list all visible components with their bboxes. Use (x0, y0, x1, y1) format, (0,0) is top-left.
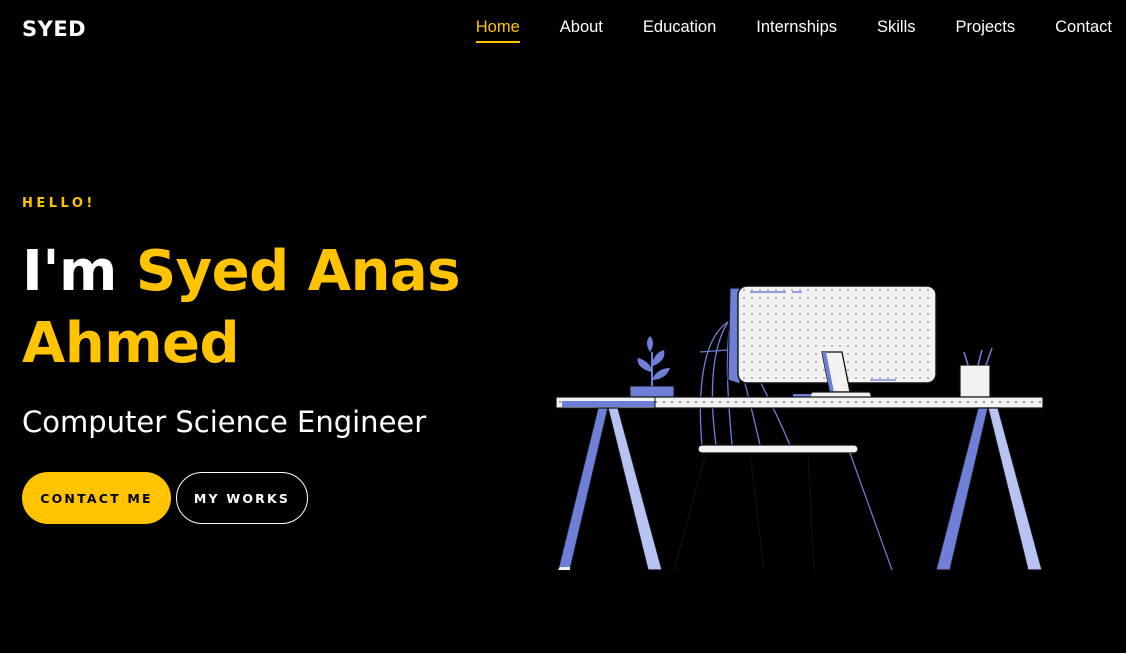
nav-education[interactable]: Education (643, 18, 716, 42)
hero-greeting: HELLO! (22, 196, 96, 211)
nav-skills[interactable]: Skills (877, 18, 916, 42)
desk-top (555, 396, 1044, 409)
main-nav: Home About Education Internships Skills … (436, 18, 1112, 43)
contact-me-button[interactable]: CONTACT ME (22, 472, 171, 524)
nav-about[interactable]: About (560, 18, 603, 42)
nav-internships[interactable]: Internships (756, 18, 837, 42)
portfolio-page: SYED Home About Education Internships Sk… (0, 0, 1126, 653)
desk-left-legs (557, 407, 663, 571)
hero-headline: I'm Syed Anas Ahmed (22, 236, 542, 380)
nav-home[interactable]: Home (475, 18, 520, 43)
nav-projects[interactable]: Projects (956, 18, 1016, 42)
monitor (727, 285, 937, 399)
plant (629, 336, 675, 398)
site-logo[interactable]: SYED (22, 17, 86, 41)
hero-role: Computer Science Engineer (22, 405, 427, 439)
desk-computer-illustration (555, 285, 1044, 571)
chair-seat (673, 444, 893, 571)
pen-cup (959, 347, 993, 398)
my-works-button[interactable]: MY WORKS (176, 472, 308, 524)
desk-right-legs (935, 407, 1043, 571)
hero-intro: I'm (22, 239, 136, 304)
nav-contact[interactable]: Contact (1055, 18, 1112, 42)
